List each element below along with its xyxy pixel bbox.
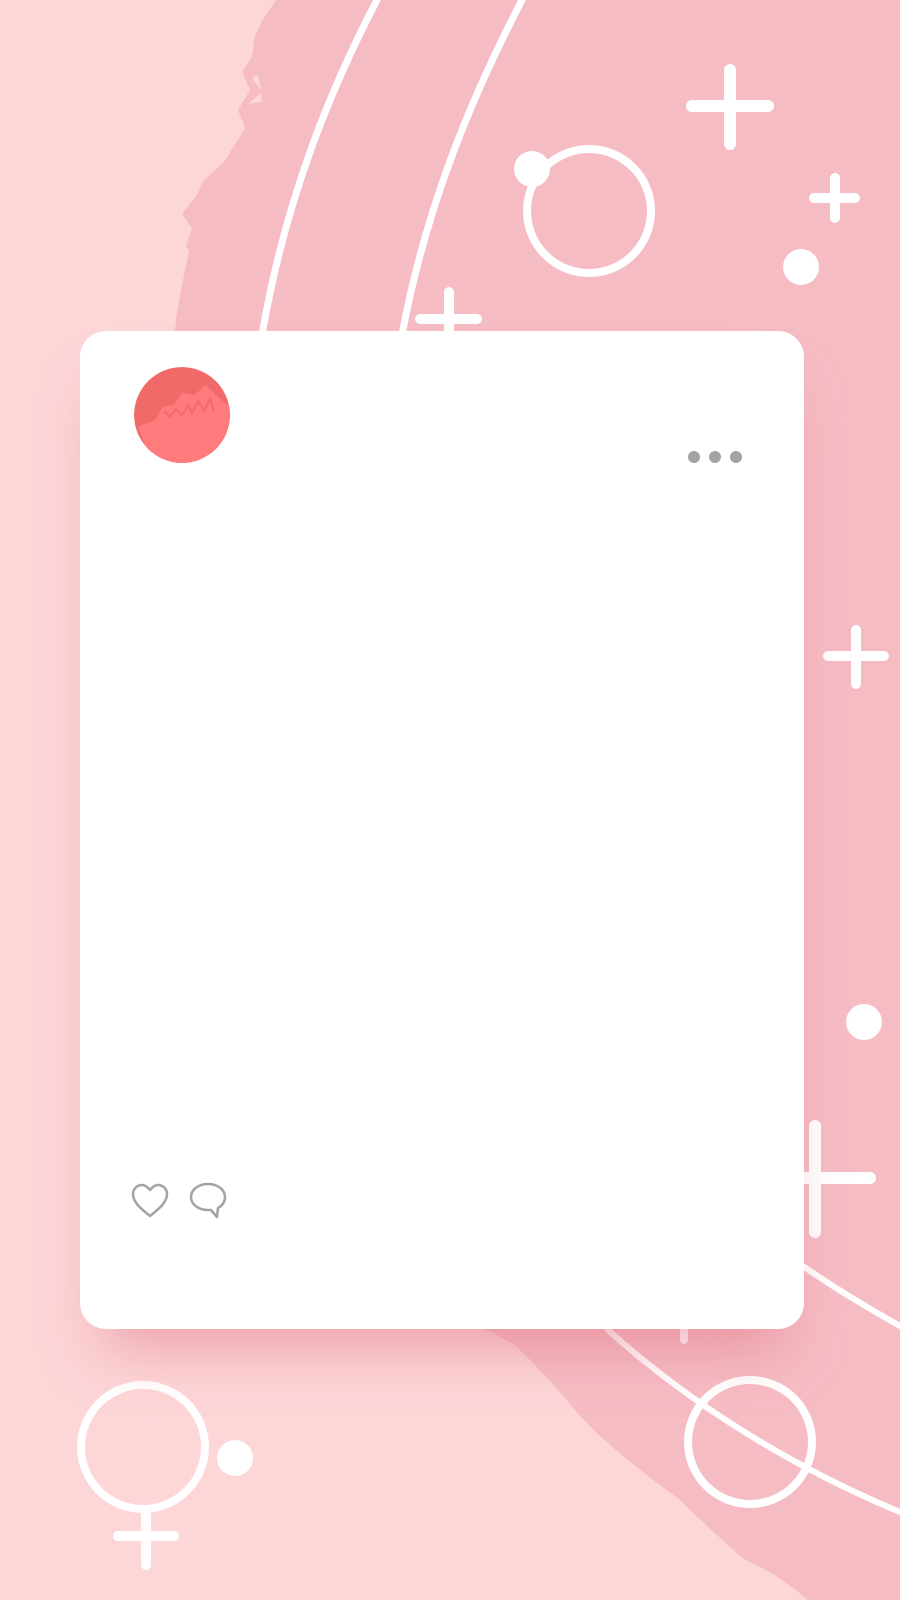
comment-bubble-icon (189, 1182, 227, 1219)
dot-icon (846, 1004, 882, 1040)
post-media-area[interactable] (134, 501, 750, 1141)
like-button[interactable] (128, 1179, 172, 1223)
comment-button[interactable] (186, 1179, 230, 1223)
profile-avatar-icon[interactable] (134, 367, 230, 463)
more-options-button[interactable] (680, 439, 750, 475)
heart-icon (131, 1183, 169, 1218)
more-options-dot (688, 451, 700, 463)
post-card (80, 331, 804, 1329)
dot-icon (217, 1440, 253, 1476)
dot-icon (783, 249, 819, 285)
dot-icon (514, 151, 550, 187)
female-symbol-icon (77, 1381, 209, 1570)
more-options-dot (709, 451, 721, 463)
more-options-dot (730, 451, 742, 463)
post-action-bar (128, 1177, 230, 1225)
